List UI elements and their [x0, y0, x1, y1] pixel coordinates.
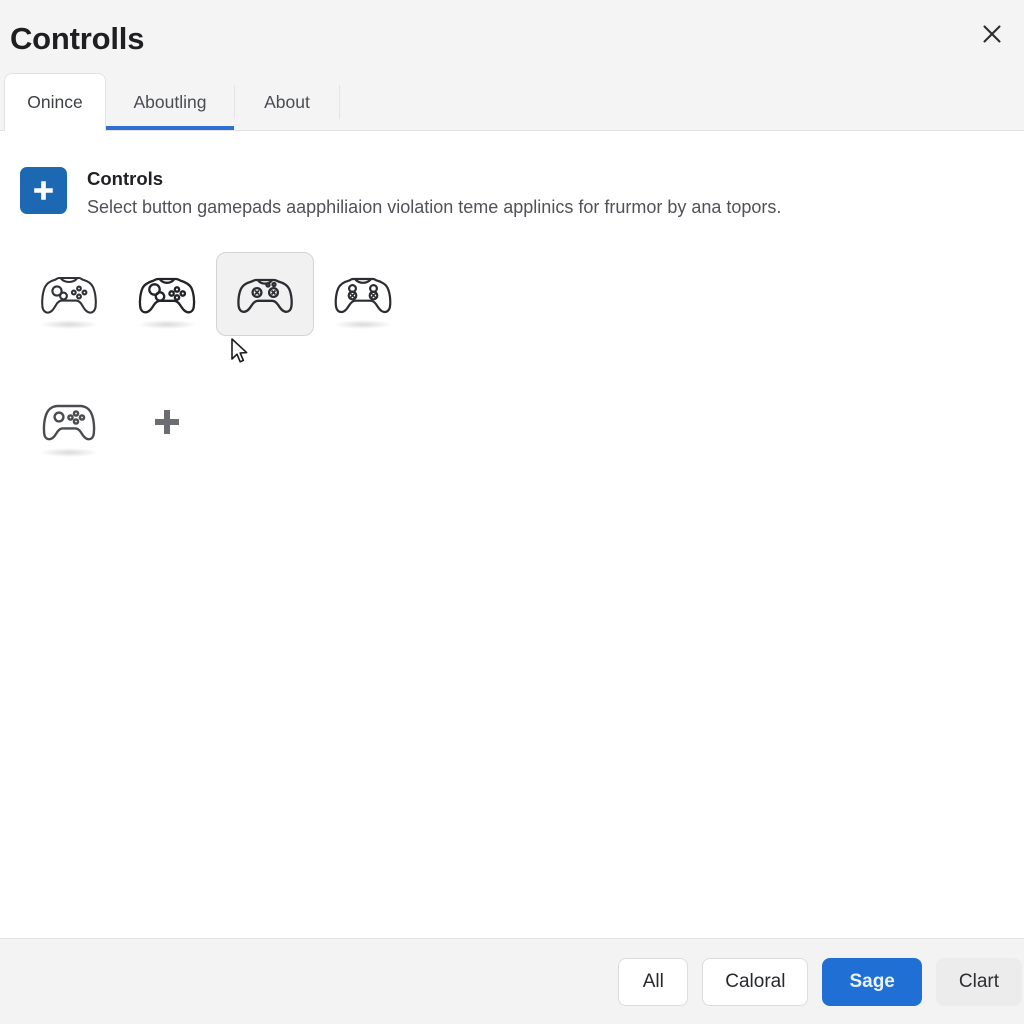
- tab-onince[interactable]: Onince: [4, 73, 106, 131]
- section-header: Controls Select button gamepads aapphili…: [20, 165, 1000, 220]
- gamepad-icon: [237, 278, 293, 313]
- gamepad-option-1[interactable]: [20, 252, 118, 336]
- tab-about[interactable]: About: [235, 74, 339, 130]
- all-button[interactable]: All: [618, 957, 689, 1006]
- content-panel: Controls Select button gamepads aapphili…: [0, 131, 1024, 938]
- tab-label: Onince: [27, 92, 83, 112]
- close-x-icon: [983, 25, 1001, 43]
- tab-active-indicator: [106, 126, 234, 130]
- drop-shadow: [138, 319, 196, 329]
- gamepad-option-2[interactable]: [118, 252, 216, 336]
- section-description: Select button gamepads aapphiliaion viol…: [87, 197, 782, 218]
- drop-shadow: [40, 319, 98, 329]
- gamepad-grid: [20, 251, 1000, 464]
- gamepad-option-4[interactable]: [314, 252, 412, 336]
- sage-button[interactable]: Sage: [822, 957, 922, 1006]
- section-header-text: Controls Select button gamepads aapphili…: [87, 165, 781, 220]
- tab-bar: Onince Aboutling About: [0, 72, 1024, 131]
- gamepad-icon: [138, 277, 196, 313]
- gamepad-icon: [334, 277, 392, 313]
- close-icon[interactable]: [972, 14, 1012, 54]
- tab-divider: [339, 85, 340, 119]
- plus-icon: [155, 409, 179, 434]
- section-title: Controls: [87, 168, 164, 189]
- gamepad-icon: [41, 276, 97, 314]
- drop-shadow: [40, 447, 98, 457]
- drop-shadow: [334, 319, 392, 329]
- page-title: Controlls: [10, 20, 145, 56]
- plus-square-icon: [20, 167, 67, 214]
- controls-dialog: Controlls Onince Aboutling About Control…: [0, 0, 1024, 1024]
- add-gamepad-button[interactable]: [118, 380, 216, 464]
- gamepad-icon: [42, 404, 96, 440]
- caloral-button[interactable]: Caloral: [702, 957, 809, 1006]
- dialog-footer: All Caloral Sage Clart: [0, 938, 1024, 1024]
- gamepad-option-5[interactable]: [20, 380, 118, 464]
- clart-button[interactable]: Clart: [935, 957, 1022, 1006]
- gamepad-option-3[interactable]: [216, 251, 314, 336]
- tab-label: Aboutling: [133, 91, 207, 112]
- plus-glyph: [34, 181, 53, 200]
- tab-label: About: [264, 91, 310, 112]
- title-bar: Controlls: [0, 0, 1024, 72]
- tab-aboutling[interactable]: Aboutling: [106, 74, 234, 130]
